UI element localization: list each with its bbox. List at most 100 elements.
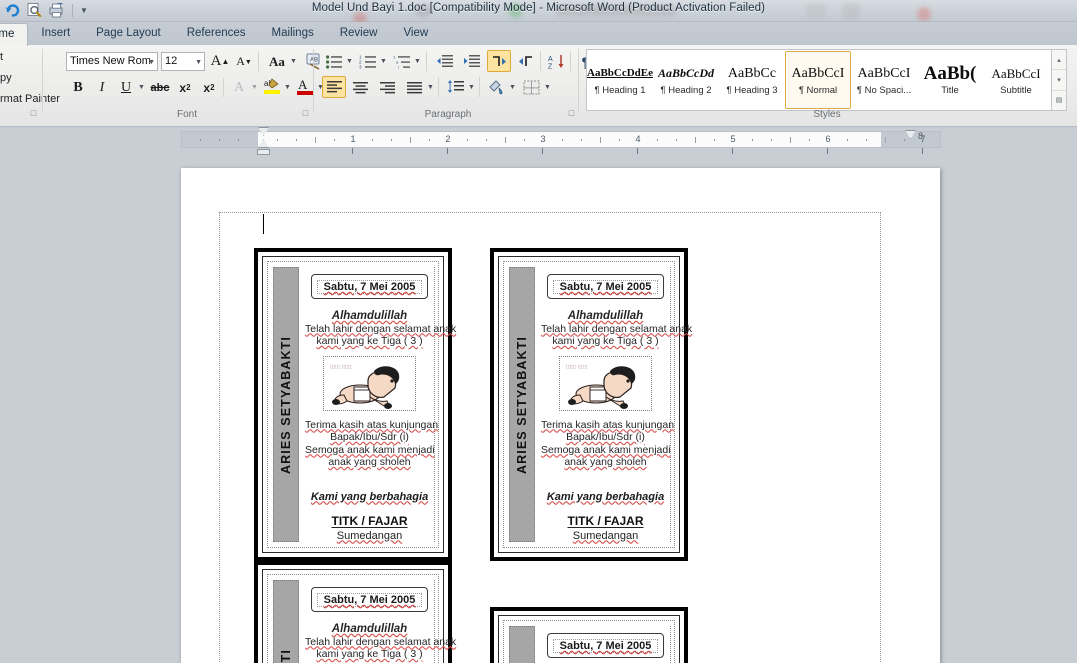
line-alhamdulillah: Alhamdulillah <box>331 623 408 635</box>
line-terima-1: Terima kasih atas kunjungan <box>305 418 439 431</box>
chevron-down-icon[interactable]: ▼ <box>251 84 258 91</box>
invitation-card[interactable]: ARIES SETYABAKTI Sabtu, 7 Mei 2005 Alham… <box>254 248 456 561</box>
date-box: Sabtu, 7 Mei 2005 <box>547 274 664 299</box>
city-name: Sumedangan <box>572 529 639 542</box>
group-separator <box>258 51 259 71</box>
borders-button[interactable] <box>520 77 543 98</box>
line-spacing-button[interactable] <box>444 77 467 98</box>
font-name-input[interactable]: Times New Rom ▼ <box>66 52 158 71</box>
tab-home[interactable]: ome <box>0 23 29 46</box>
chevron-down-icon[interactable]: ▼ <box>509 84 516 91</box>
vertical-name-text: ARIES SETYABAKTI <box>279 649 293 663</box>
ribbon: t py rmat Painter rd □ Times New Rom ▼ 1… <box>0 45 1077 127</box>
shrink-font-icon[interactable]: A ▼ <box>233 51 255 72</box>
style-sample: AaBbCcDd <box>657 65 714 80</box>
line-lahir-2: kami yang ke Tiga ( 3 ) <box>316 335 423 347</box>
chevron-down-icon[interactable]: ▼ <box>290 58 297 65</box>
highlight-button[interactable]: ab <box>261 75 283 98</box>
document-canvas[interactable]: ARIES SETYABAKTI Sabtu, 7 Mei 2005 Alham… <box>0 155 1077 663</box>
chevron-down-icon[interactable]: ▼ <box>427 84 434 91</box>
invitation-card[interactable]: ARIES SETYABAKTI Sabtu, 7 Mei 2005 Alham… <box>490 607 688 663</box>
scroll-down-icon[interactable]: ▾ <box>1052 70 1066 91</box>
baby-clipart-image[interactable]: tttttt tttttt <box>323 355 416 411</box>
horizontal-ruler[interactable]: 1 2 3 4 5 6 7 <box>181 131 941 148</box>
superscript-button[interactable]: x2 <box>198 77 220 98</box>
tab-review[interactable]: Review <box>327 23 391 45</box>
shading-button[interactable] <box>485 76 508 98</box>
italic-button[interactable]: I <box>91 77 113 98</box>
clipboard-dialog-launcher[interactable]: □ <box>28 108 39 119</box>
title-bar: ▼ Model Und Bayi 1.doc [Compatibility Mo… <box>0 0 1077 24</box>
underline-button[interactable]: U <box>115 77 137 98</box>
paragraph-dialog-launcher[interactable]: □ <box>566 108 577 119</box>
increase-indent-button[interactable] <box>460 51 483 72</box>
change-case-icon[interactable]: Aa <box>264 51 290 72</box>
chevron-down-icon[interactable]: ▼ <box>138 84 145 91</box>
format-painter-button[interactable]: rmat Painter <box>0 93 60 105</box>
rtl-text-button[interactable] <box>514 51 537 72</box>
styles-gallery-scrollbar[interactable]: ▴ ▾ ▤ <box>1052 49 1067 111</box>
chevron-down-icon[interactable]: ▼ <box>468 84 475 91</box>
font-name-value: Times New Rom <box>70 55 151 67</box>
group-separator <box>223 78 224 97</box>
parents-names: TITK / FAJAR <box>567 513 644 528</box>
scroll-up-icon[interactable]: ▴ <box>1052 50 1066 71</box>
line-semoga-1: Semoga anak kami menjadi <box>305 443 435 456</box>
word-window: ▼ Model Und Bayi 1.doc [Compatibility Mo… <box>0 0 1077 663</box>
styles-gallery[interactable]: AaBbCcDdEe ¶ Heading 1 AaBbCcDd ¶ Headin… <box>586 49 1052 111</box>
font-size-value: 12 <box>165 55 178 67</box>
copy-button[interactable]: py <box>0 72 12 84</box>
chevron-down-icon[interactable]: ▼ <box>284 84 291 91</box>
subscript-button[interactable]: x2 <box>174 77 196 98</box>
chevron-down-icon[interactable]: ▼ <box>544 84 551 91</box>
invitation-card[interactable]: ARIES SETYABAKTI Sabtu, 7 Mei 2005 Alham… <box>490 248 692 561</box>
card-slot: ARIES SETYABAKTI Sabtu, 7 Mei 2005 Alham… <box>235 561 471 663</box>
chevron-down-icon[interactable]: ▼ <box>195 59 202 66</box>
more-styles-icon[interactable]: ▤ <box>1052 91 1066 110</box>
bullets-button[interactable] <box>322 51 345 72</box>
decrease-indent-button[interactable] <box>433 51 456 72</box>
svg-text:A: A <box>298 77 308 92</box>
align-left-button[interactable] <box>322 76 346 98</box>
font-dialog-launcher[interactable]: □ <box>300 108 311 119</box>
chevron-down-icon[interactable]: ▼ <box>346 58 353 65</box>
style-heading-2[interactable]: AaBbCcDd ¶ Heading 2 <box>653 51 719 109</box>
document-page[interactable]: ARIES SETYABAKTI Sabtu, 7 Mei 2005 Alham… <box>181 168 940 663</box>
style-subtitle[interactable]: AaBbCcI Subtitle <box>983 51 1049 109</box>
align-center-button[interactable] <box>349 77 372 98</box>
card-body: Sabtu, 7 Mei 2005 Alhamdulillah Telah la… <box>541 626 671 663</box>
cut-button[interactable]: t <box>0 51 3 63</box>
style-no-spacing[interactable]: AaBbCcI ¶ No Spaci... <box>851 51 917 109</box>
chevron-down-icon[interactable]: ▼ <box>148 59 155 66</box>
style-heading-1[interactable]: AaBbCcDdEe ¶ Heading 1 <box>587 51 653 109</box>
style-title[interactable]: AaBb( Title <box>917 51 983 109</box>
ltr-text-button[interactable] <box>487 50 511 72</box>
multilevel-list-button[interactable]: 1ai <box>390 51 413 72</box>
align-right-button[interactable] <box>376 77 399 98</box>
tab-view[interactable]: View <box>390 23 441 45</box>
tab-page-layout[interactable]: Page Layout <box>83 23 174 45</box>
tab-references[interactable]: References <box>174 23 259 45</box>
font-size-input[interactable]: 12 ▼ <box>161 52 205 71</box>
tab-mailings[interactable]: Mailings <box>259 23 327 45</box>
chevron-down-icon[interactable]: ▼ <box>380 58 387 65</box>
ruler-number: 4 <box>635 134 641 144</box>
group-separator <box>438 77 439 97</box>
invitation-card[interactable]: ARIES SETYABAKTI Sabtu, 7 Mei 2005 Alham… <box>254 561 456 663</box>
bold-button[interactable]: B <box>67 77 89 98</box>
text-effects-button[interactable]: A <box>228 77 250 98</box>
numbering-button[interactable]: 123 <box>356 51 379 72</box>
baby-clipart-image[interactable]: tttttt tttttt <box>559 355 652 411</box>
style-name: ¶ Heading 2 <box>660 84 712 96</box>
sort-button[interactable]: AZ <box>545 51 568 72</box>
chevron-down-icon[interactable]: ▼ <box>414 58 421 65</box>
strikethrough-button[interactable]: abc <box>148 77 172 98</box>
style-normal[interactable]: AaBbCcI ¶ Normal <box>785 51 851 109</box>
tab-insert[interactable]: Insert <box>28 23 83 45</box>
style-heading-3[interactable]: AaBbCc ¶ Heading 3 <box>719 51 785 109</box>
cards-grid: ARIES SETYABAKTI Sabtu, 7 Mei 2005 Alham… <box>235 248 925 663</box>
justify-button[interactable] <box>403 77 426 98</box>
grow-font-icon[interactable]: A ▲ <box>209 51 231 72</box>
styles-group-label: Styles <box>813 109 841 120</box>
tab-stop-marks <box>181 148 941 155</box>
